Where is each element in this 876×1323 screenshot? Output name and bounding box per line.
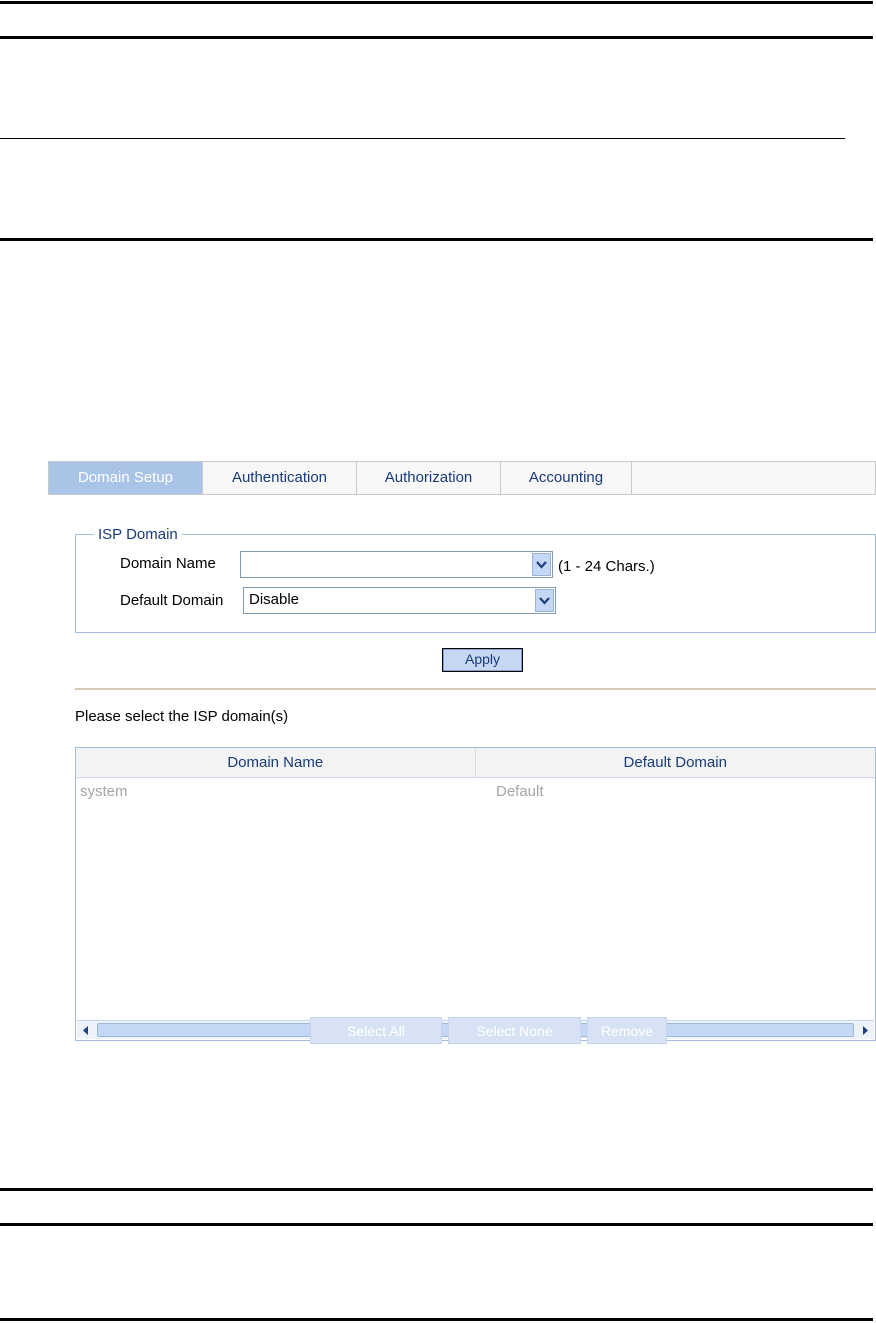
cell-domain-name: system: [80, 783, 128, 800]
chevron-down-icon[interactable]: [535, 589, 554, 612]
top-rule-1: [0, 1, 873, 4]
top-rule-2: [0, 36, 873, 39]
tab-authentication[interactable]: Authentication: [203, 462, 357, 494]
chevron-down-icon[interactable]: [532, 553, 551, 576]
domain-list-table: Domain Name Default Domain system Defaul…: [75, 747, 876, 1041]
column-header-default-domain[interactable]: Default Domain: [476, 748, 876, 777]
remove-button[interactable]: Remove: [587, 1017, 667, 1044]
select-all-button[interactable]: Select All: [310, 1017, 442, 1044]
domain-name-label: Domain Name: [120, 555, 216, 572]
isp-domain-legend: ISP Domain: [98, 526, 178, 543]
select-prompt: Please select the ISP domain(s): [75, 708, 289, 725]
tab-bar: Domain Setup Authentication Authorizatio…: [48, 461, 876, 495]
default-domain-select[interactable]: Disable: [243, 587, 556, 614]
domain-name-combobox[interactable]: [240, 551, 553, 578]
scroll-right-icon[interactable]: [856, 1021, 874, 1039]
top-rule-3: [0, 138, 845, 139]
column-header-domain-name[interactable]: Domain Name: [76, 748, 476, 777]
select-none-button[interactable]: Select None: [448, 1017, 581, 1044]
isp-domain-fieldset: ISP Domain: [75, 526, 876, 633]
bottom-rule-3: [0, 1318, 873, 1321]
section-divider: [75, 688, 876, 690]
tab-domain-setup[interactable]: Domain Setup: [49, 462, 203, 494]
cell-default-domain: Default: [496, 783, 544, 800]
tab-authorization[interactable]: Authorization: [357, 462, 501, 494]
table-header: Domain Name Default Domain: [76, 748, 875, 778]
domain-name-hint: (1 - 24 Chars.): [558, 558, 655, 575]
default-domain-value: Disable: [249, 591, 300, 608]
top-rule-4: [0, 238, 873, 241]
tab-accounting[interactable]: Accounting: [501, 462, 632, 494]
scroll-left-icon[interactable]: [77, 1021, 95, 1039]
apply-button[interactable]: Apply: [442, 648, 523, 672]
bottom-rule-2: [0, 1223, 873, 1226]
default-domain-label: Default Domain: [120, 592, 224, 609]
bottom-rule-1: [0, 1188, 873, 1191]
